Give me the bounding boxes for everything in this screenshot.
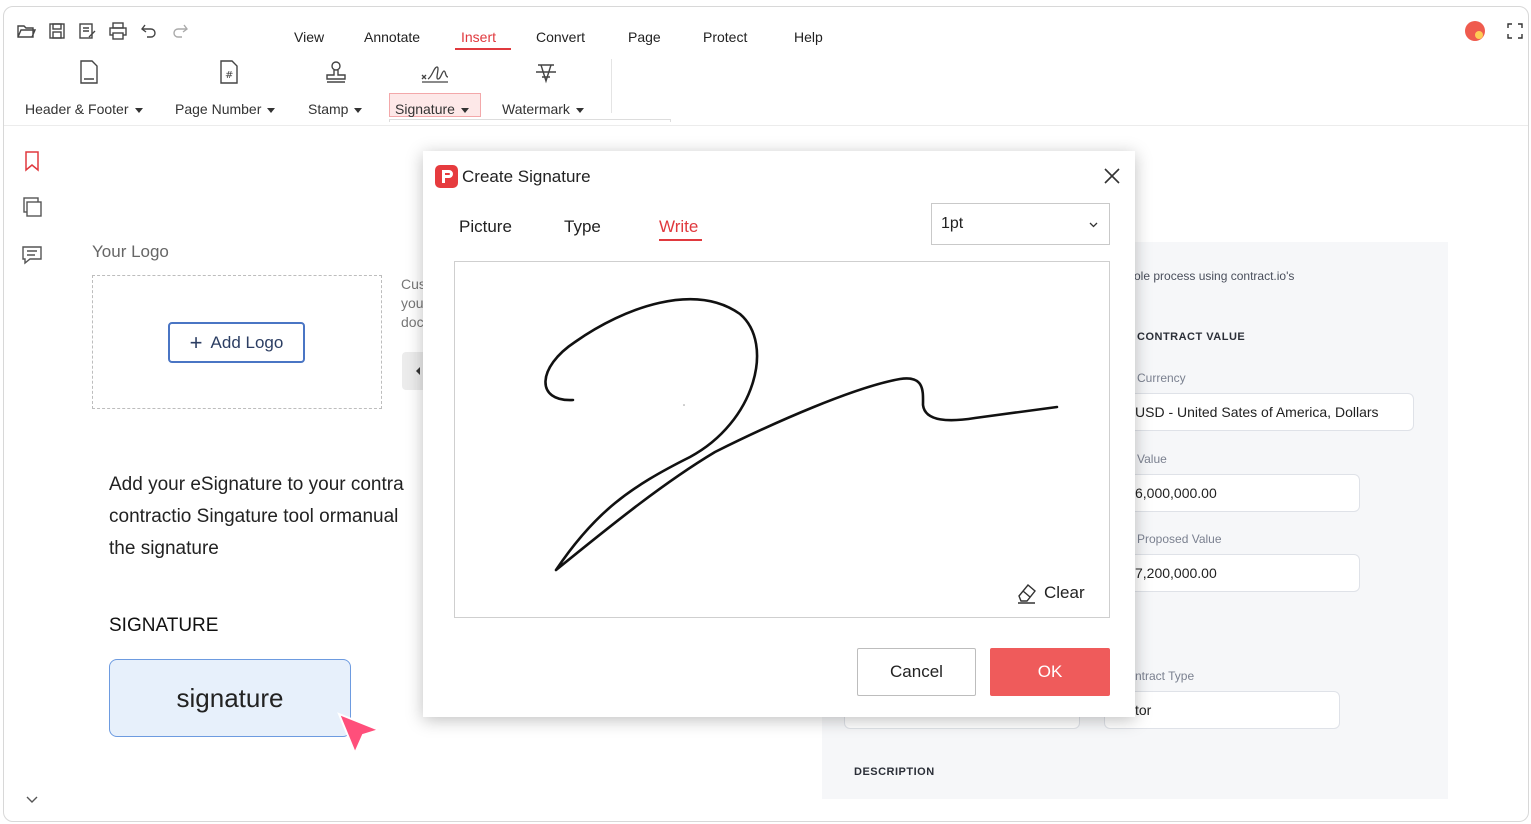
side-toggle[interactable] [402,352,424,390]
comment-icon[interactable] [20,243,44,267]
menu-convert[interactable]: Convert [536,29,585,45]
ok-button[interactable]: OK [990,648,1110,696]
dialog-title: Create Signature [462,167,591,186]
signature-field-label: signature [176,682,284,713]
menu-annotate[interactable]: Annotate [364,29,420,45]
stamp-label: Stamp [308,101,349,117]
active-tab-underline [659,239,702,241]
stroke-width-value: 1pt [941,215,964,232]
add-logo-button[interactable]: + Add Logo [168,322,305,363]
pointer-cursor-icon [337,712,383,762]
clear-label: Clear [1044,583,1085,602]
page-number-label: Page Number [175,101,262,117]
watermark-button[interactable]: Watermark [502,59,584,117]
avatar[interactable] [1464,20,1486,42]
signature-button[interactable]: Signature [395,59,469,117]
fullscreen-icon[interactable] [1507,23,1523,39]
proposed-value-field[interactable]: 7,200,000.00 [1124,554,1360,592]
tab-picture[interactable]: Picture [459,217,512,237]
form-intro: ole process using contract.io's [1134,269,1295,283]
signature-canvas[interactable]: Clear [454,261,1110,618]
app-window: View Annotate Insert Convert Page Protec… [3,6,1529,822]
stamp-icon [323,59,349,85]
menu-help[interactable]: Help [794,29,823,45]
signature-field[interactable]: signature [109,659,351,737]
contract-type-field[interactable]: tor [1104,691,1340,729]
print-icon[interactable] [108,21,128,41]
app-logo-icon [435,165,458,188]
watermark-icon [533,59,559,85]
signature-dropdown-hint [389,119,671,122]
description-heading: DESCRIPTION [854,766,935,778]
signature-label: Signature [395,101,455,117]
menu-protect[interactable]: Protect [703,29,747,45]
chevron-down-icon [1088,219,1099,230]
close-icon[interactable] [1103,167,1121,185]
document-body: Add your eSignature to your contra contr… [109,474,404,559]
side-text: Cus you doc [401,276,423,330]
tab-write[interactable]: Write [659,217,698,237]
ribbon-divider [4,125,1528,126]
menu-insert[interactable]: Insert [461,29,496,45]
page-number-icon: # [216,59,242,85]
header-footer-button[interactable]: Header & Footer [25,59,143,117]
chevron-down-icon[interactable] [22,789,46,813]
menu-view[interactable]: View [294,29,324,45]
plus-icon: + [189,329,203,355]
page-number-button[interactable]: # Page Number [175,59,276,117]
header-footer-label: Header & Footer [25,101,129,117]
cancel-button[interactable]: Cancel [857,648,976,696]
bookmark-icon[interactable] [20,149,44,173]
handwritten-signature [544,298,1059,572]
ribbon-separator [611,59,612,113]
signature-icon [420,59,449,85]
value-label: Value [1137,452,1167,466]
currency-label: Currency [1137,371,1186,385]
watermark-label: Watermark [502,101,570,117]
svg-text:#: # [225,70,233,81]
contract-value-heading: CONTRACT VALUE [1137,331,1246,343]
signature-heading: SIGNATURE [109,615,219,636]
add-logo-label: Add Logo [210,332,284,352]
active-menu-underline [455,48,511,50]
menu-page[interactable]: Page [628,29,661,45]
tab-type[interactable]: Type [564,217,601,237]
stroke-width-select[interactable]: 1pt [931,203,1110,245]
eraser-icon [1015,581,1039,605]
save-as-icon[interactable] [77,21,97,41]
pages-icon[interactable] [20,195,44,219]
currency-field[interactable]: USD - United Sates of America, Dollars [1124,393,1414,431]
open-icon[interactable] [16,21,36,41]
create-signature-dialog: Create Signature Picture Type Write 1pt … [423,151,1135,717]
undo-icon[interactable] [139,21,159,41]
value-field[interactable]: 6,000,000.00 [1124,474,1360,512]
header-footer-icon [76,59,102,85]
stamp-button[interactable]: Stamp [308,59,363,117]
your-logo-label: Your Logo [92,242,169,261]
clear-button[interactable]: Clear [1015,578,1085,608]
contract-type-label: ntract Type [1135,669,1195,683]
proposed-value-label: Proposed Value [1137,532,1222,546]
save-icon[interactable] [47,21,67,41]
redo-icon[interactable] [170,21,190,41]
